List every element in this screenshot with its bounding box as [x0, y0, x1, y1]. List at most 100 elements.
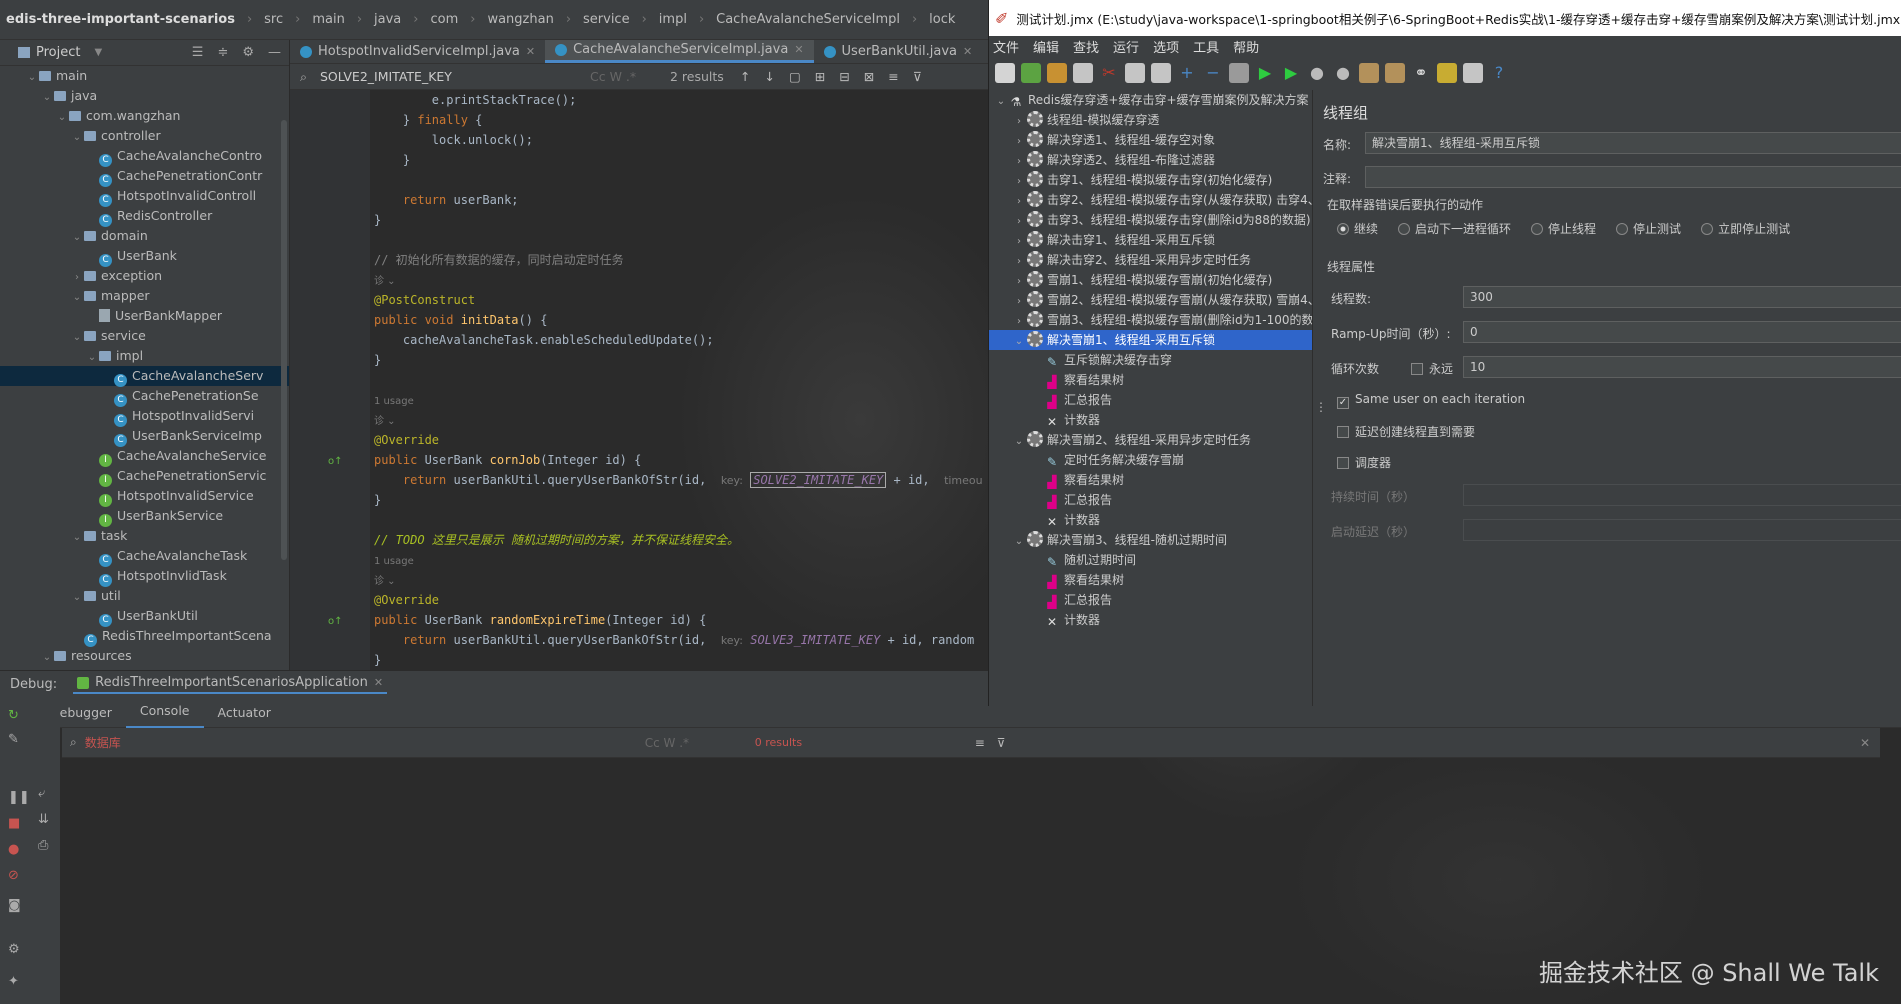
close-icon[interactable]: ✕ [963, 40, 972, 63]
prev-result-icon[interactable]: ↑ [740, 69, 750, 84]
tree-node[interactable]: › 线程组-模拟缓存穿透 [989, 110, 1312, 130]
wrench-icon[interactable]: ✎ [8, 732, 30, 750]
expanded-icon[interactable]: ⌄ [70, 328, 84, 348]
error-action-radio[interactable]: 停止线程 [1531, 220, 1596, 237]
gear-icon[interactable]: ⚙ [242, 45, 254, 60]
clear-all-icon[interactable] [1385, 63, 1405, 83]
radio-button[interactable] [1398, 223, 1411, 235]
collapsed-icon[interactable]: › [1011, 132, 1027, 152]
tree-node[interactable]: ⌄ 解决雪崩2、线程组-采用异步定时任务 [989, 430, 1312, 450]
tree-item[interactable]: C CacheAvalancheTask [0, 546, 289, 567]
expanded-icon[interactable]: ⌄ [70, 588, 84, 608]
view-breakpoints-icon[interactable]: ● [8, 842, 30, 860]
multiline-icon[interactable]: ≡ [888, 69, 898, 84]
start-no-pause-icon[interactable]: ▶ [1281, 63, 1301, 83]
multiline-icon[interactable]: ≡ [975, 736, 985, 750]
tree-item[interactable]: ⌄ resources [0, 646, 289, 666]
radio-button[interactable] [1337, 223, 1349, 235]
console-search-options[interactable]: Cc W .* [645, 736, 725, 750]
collapse-all-icon[interactable]: ≑ [217, 45, 228, 60]
tree-node[interactable]: ▟ 汇总报告 [989, 590, 1312, 610]
tree-item[interactable]: ⌄ main [0, 66, 289, 86]
tree-node[interactable]: › 解决穿透1、线程组-缓存空对象 [989, 130, 1312, 150]
tree-item[interactable]: C CacheAvalancheContro [0, 146, 289, 167]
close-icon[interactable]: ✕ [374, 676, 383, 689]
chevron-down-icon[interactable]: ▼ [94, 47, 102, 58]
collapsed-icon[interactable]: › [1011, 192, 1027, 212]
radio-button[interactable] [1531, 223, 1544, 235]
breadcrumb-item[interactable]: CacheAvalancheServiceImpl [710, 12, 906, 27]
duration-field[interactable] [1463, 484, 1901, 506]
function-helper-icon[interactable] [1463, 63, 1483, 83]
tree-item[interactable]: ⌄ com.wangzhan [0, 106, 289, 126]
print-icon[interactable]: ⎙ [38, 838, 60, 856]
start-icon[interactable]: ▶ [1255, 63, 1275, 83]
copy-icon[interactable] [1125, 63, 1145, 83]
toggle-icon[interactable] [1229, 63, 1249, 83]
editor-tab[interactable]: UserBankUtil.java ✕ [814, 40, 983, 63]
find-input[interactable]: SOLVE2_IMITATE_KEY [320, 69, 590, 84]
collapsed-icon[interactable]: › [1011, 312, 1027, 332]
breadcrumb-item[interactable]: service [577, 12, 636, 27]
tree-node[interactable]: ✕ 计数器 [989, 410, 1312, 430]
settings-icon[interactable]: ⚙ [8, 942, 30, 960]
add-selection-icon[interactable]: ⊞ [815, 69, 825, 84]
find-options[interactable]: Cc W .* [590, 69, 670, 84]
expanded-icon[interactable]: ⌄ [70, 228, 84, 248]
stop-icon[interactable]: ● [1307, 63, 1327, 83]
splitter-handle[interactable]: ⋮ [1315, 400, 1327, 414]
rampup-field[interactable]: 0 [1463, 321, 1901, 343]
breadcrumb-item[interactable]: impl [653, 12, 693, 27]
breadcrumb-item[interactable]: wangzhan [481, 12, 559, 27]
tab-console[interactable]: Console [125, 696, 204, 729]
tree-node[interactable]: › 解决击穿1、线程组-采用互斥锁 [989, 230, 1312, 250]
clear-icon[interactable] [1359, 63, 1379, 83]
menu-item[interactable]: 帮助 [1233, 37, 1259, 56]
tree-node[interactable]: ▟ 察看结果树 [989, 570, 1312, 590]
reset-search-icon[interactable] [1437, 63, 1457, 83]
collapsed-icon[interactable]: › [1011, 232, 1027, 252]
tree-item[interactable]: C CachePenetrationSe [0, 386, 289, 407]
tree-item[interactable]: C UserBankServiceImp [0, 426, 289, 447]
error-action-radio[interactable]: 继续 [1337, 220, 1378, 237]
minimize-icon[interactable]: — [268, 45, 281, 60]
tree-item[interactable]: I CachePenetrationServic [0, 466, 289, 487]
tree-node[interactable]: ⌄ 解决雪崩3、线程组-随机过期时间 [989, 530, 1312, 550]
tree-item[interactable]: C HotspotInvlidTask [0, 566, 289, 587]
tree-node[interactable]: ✎ 互斥锁解决缓存击穿 [989, 350, 1312, 370]
collapsed-icon[interactable]: › [1011, 112, 1027, 132]
tree-item[interactable]: ⌄ task [0, 526, 289, 546]
threads-field[interactable]: 300 [1463, 286, 1901, 308]
pin-icon[interactable]: ✦ [8, 974, 30, 992]
expanded-icon[interactable]: ⌄ [1011, 332, 1027, 352]
tree-item[interactable]: ⌄ java [0, 86, 289, 106]
tree-item[interactable]: ⌄ controller [0, 126, 289, 146]
select-all-icon[interactable]: ▢ [789, 69, 801, 84]
pause-icon[interactable]: ❚❚ [8, 790, 30, 808]
forever-checkbox[interactable]: 永远 [1411, 360, 1453, 377]
tree-node[interactable]: ▟ 汇总报告 [989, 490, 1312, 510]
tree-item[interactable]: UserBankMapper [0, 306, 289, 326]
templates-icon[interactable] [1021, 63, 1041, 83]
camera-icon[interactable]: ◙ [8, 898, 30, 916]
menu-item[interactable]: 编辑 [1033, 37, 1059, 56]
menu-item[interactable]: 运行 [1113, 37, 1139, 56]
name-field[interactable]: 解决雪崩1、线程组-采用互斥锁 [1365, 132, 1901, 154]
expand-all-icon[interactable]: ☰ [192, 45, 204, 60]
expanded-icon[interactable]: ⌄ [70, 128, 84, 148]
delay-thread-checkbox[interactable]: 延迟创建线程直到需要 [1337, 423, 1475, 440]
collapsed-icon[interactable]: › [1011, 272, 1027, 292]
tree-item[interactable]: I UserBankService [0, 506, 289, 527]
tab-actuator[interactable]: Actuator [204, 698, 285, 728]
expanded-icon[interactable]: ⌄ [70, 288, 84, 308]
error-action-radio[interactable]: 启动下一进程循环 [1398, 220, 1511, 237]
tree-item[interactable]: ⌄ impl [0, 346, 289, 366]
tree-node[interactable]: ✕ 计数器 [989, 510, 1312, 530]
scrollbar[interactable] [281, 120, 287, 560]
startup-delay-field[interactable] [1463, 519, 1901, 541]
help-icon[interactable]: ? [1489, 63, 1509, 83]
collapsed-icon[interactable]: › [1011, 212, 1027, 232]
expanded-icon[interactable]: ⌄ [70, 528, 84, 548]
override-icon[interactable]: o↑ [328, 616, 343, 627]
tree-node[interactable]: ⌄ 解决雪崩1、线程组-采用互斥锁 [989, 330, 1312, 350]
